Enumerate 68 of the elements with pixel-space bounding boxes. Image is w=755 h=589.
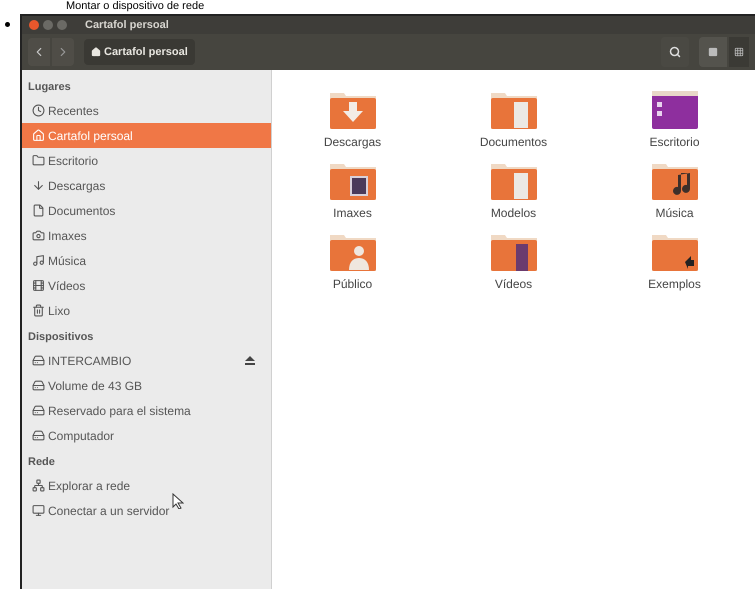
clock-icon [32, 104, 45, 117]
home-icon [91, 47, 101, 57]
camera-icon [32, 229, 45, 242]
folder-label[interactable]: Imaxes [333, 204, 372, 222]
folder-icon [32, 154, 45, 167]
folder-label[interactable]: Exemplos [648, 275, 701, 293]
pictures-folder-icon [328, 161, 376, 201]
music-icon [32, 254, 45, 267]
sidebar-item[interactable]: Vídeos [22, 273, 271, 298]
grid-view-icon [734, 47, 744, 57]
window-title: Cartafol persoal [85, 18, 169, 33]
page-heading: Montar o dispositivo de rede [66, 0, 204, 13]
section-heading: Dispositivos [27, 330, 94, 345]
drive-icon [32, 379, 45, 392]
download-icon [32, 179, 45, 192]
maximize-button[interactable] [57, 20, 67, 30]
list-view-icon [708, 47, 718, 57]
document-folder-icon [490, 161, 538, 201]
grid-view-button[interactable] [729, 37, 749, 67]
search-button[interactable] [661, 37, 689, 67]
monitor-icon [32, 504, 45, 517]
sidebar-item[interactable]: Computador [22, 423, 271, 448]
back-button[interactable] [28, 38, 50, 66]
search-icon [669, 46, 681, 58]
sidebar-item[interactable]: Conectar a un servidor [22, 498, 271, 523]
sidebar-item[interactable]: Explorar a rede [22, 473, 271, 498]
download-folder-icon [328, 90, 376, 130]
section-heading: Lugares [27, 80, 72, 95]
folder-label[interactable]: Vídeos [494, 275, 532, 293]
sidebar-item[interactable]: Escritorio [22, 148, 271, 173]
sidebar-item[interactable]: Recentes [22, 98, 271, 123]
home-icon [32, 129, 45, 142]
sidebar-item[interactable]: Descargas [22, 173, 271, 198]
sidebar-item[interactable]: Reservado para el sistema [22, 398, 271, 423]
network-icon [32, 479, 45, 492]
sidebar-item[interactable]: Imaxes [22, 223, 271, 248]
trash-icon [32, 304, 45, 317]
sidebar-item[interactable]: Documentos [22, 198, 271, 223]
sidebar-item[interactable]: Lixo [22, 298, 271, 323]
forward-button[interactable] [52, 38, 74, 66]
desktop-folder-icon [650, 90, 698, 130]
mouse-pointer-icon [172, 493, 184, 509]
folder-label[interactable]: Música [655, 204, 694, 222]
folder-label[interactable]: Descargas [324, 133, 382, 151]
drive-icon [32, 429, 45, 442]
minimize-button[interactable] [43, 20, 53, 30]
folder-label[interactable]: Documentos [480, 133, 548, 151]
drive-icon [32, 354, 45, 367]
bullet-icon [5, 22, 10, 27]
folder-label[interactable]: Escritorio [649, 133, 700, 151]
link-folder-icon [650, 232, 698, 272]
document-icon [32, 204, 45, 217]
eject-icon[interactable] [245, 356, 255, 365]
path-button[interactable]: Cartafol persoal [84, 39, 195, 65]
video-folder-icon [490, 232, 538, 272]
film-icon [32, 279, 45, 292]
document-folder-icon [490, 90, 538, 130]
section-heading: Rede [27, 454, 56, 470]
list-view-button[interactable] [699, 37, 727, 67]
music-folder-icon [650, 161, 698, 201]
folder-label[interactable]: Modelos [490, 204, 536, 222]
sidebar-item[interactable]: INTERCAMBIO [22, 348, 271, 373]
sidebar-item[interactable]: Música [22, 248, 271, 273]
person-folder-icon [328, 232, 376, 272]
close-button[interactable] [29, 20, 39, 30]
drive-icon [32, 404, 45, 417]
sidebar-item[interactable]: Volume de 43 GB [22, 373, 271, 398]
folder-label[interactable]: Público [332, 275, 372, 293]
